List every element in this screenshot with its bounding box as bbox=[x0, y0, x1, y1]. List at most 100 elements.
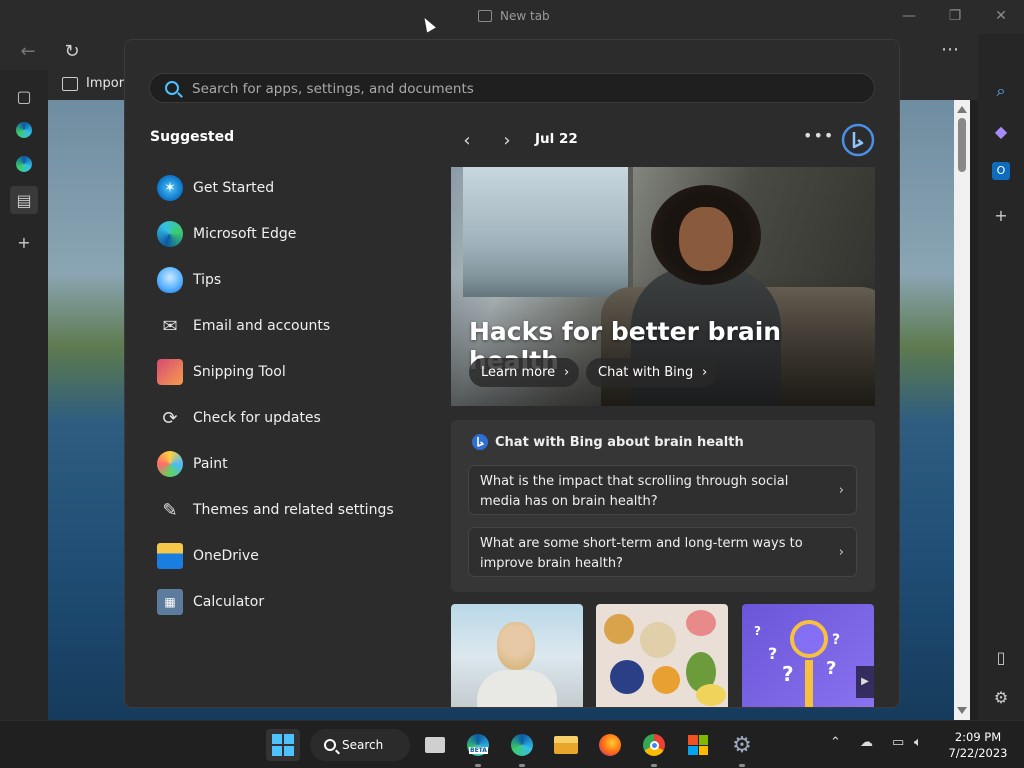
tips-icon bbox=[157, 267, 183, 293]
chrome-taskbar[interactable] bbox=[637, 729, 671, 761]
chat-card-heading: Chat with Bing about brain health bbox=[471, 433, 744, 451]
thumbnails-next-icon[interactable]: ▶ bbox=[856, 666, 874, 698]
suggested-microsoft-edge[interactable]: Microsoft Edge bbox=[157, 211, 437, 257]
browser-tab[interactable]: New tab bbox=[478, 9, 550, 23]
restore-button[interactable]: ❐ bbox=[940, 6, 970, 26]
browser-titlebar: New tab — ❐ ✕ bbox=[0, 0, 1024, 34]
sidebar-settings-icon[interactable]: ⚙ bbox=[986, 682, 1016, 712]
previous-day-button[interactable]: ‹ bbox=[455, 126, 479, 154]
store-icon bbox=[688, 735, 708, 755]
chat-with-bing-button[interactable]: Chat with Bing › bbox=[586, 358, 718, 387]
start-search-input[interactable] bbox=[192, 79, 852, 99]
suggested-onedrive[interactable]: OneDrive bbox=[157, 533, 437, 579]
running-indicator bbox=[739, 764, 745, 767]
hero-card[interactable]: Hacks for better brain health Learn more… bbox=[451, 167, 875, 406]
paint-icon bbox=[157, 451, 183, 477]
start-search-box[interactable] bbox=[149, 73, 875, 103]
taskbar-search-button[interactable]: Search bbox=[310, 729, 410, 761]
start-menu: Suggested ✶Get Started Microsoft Edge Ti… bbox=[124, 39, 900, 708]
search-icon bbox=[324, 739, 336, 751]
settings-gear-icon: ⚙ bbox=[732, 732, 752, 758]
volume-icon[interactable]: 🔈︎ bbox=[914, 735, 922, 750]
more-options-button[interactable]: ⋯ bbox=[936, 36, 964, 64]
feed-nav: ‹ › Jul 22 ••• bbox=[455, 123, 875, 157]
feed-date: Jul 22 bbox=[535, 131, 578, 147]
suggested-email-accounts[interactable]: ✉ Email and accounts bbox=[157, 303, 437, 349]
refresh-button[interactable]: ↻ bbox=[58, 38, 86, 66]
minimize-button[interactable]: — bbox=[894, 6, 924, 26]
suggested-themes[interactable]: ✎ Themes and related settings bbox=[157, 487, 437, 533]
suggested-list: ✶ Get Started Microsoft Edge Tips ✉ Email … bbox=[157, 165, 437, 625]
import-favorites-button[interactable]: Import bbox=[62, 76, 129, 91]
onedrive-icon bbox=[157, 543, 183, 569]
store-taskbar[interactable] bbox=[681, 729, 715, 761]
task-view-button[interactable] bbox=[418, 729, 452, 761]
add-sidebar-app-icon[interactable]: + bbox=[986, 200, 1016, 230]
scroll-down-icon[interactable] bbox=[957, 707, 967, 714]
outlook-sidebar-icon[interactable]: O bbox=[986, 156, 1016, 186]
chevron-right-icon: › bbox=[702, 365, 708, 380]
tab-actions-icon[interactable]: ▢ bbox=[10, 82, 38, 110]
start-button[interactable] bbox=[266, 729, 300, 761]
active-tab-icon[interactable]: ▤ bbox=[10, 186, 38, 214]
firefox-icon bbox=[599, 734, 621, 756]
firefox-taskbar[interactable] bbox=[593, 729, 627, 761]
edge-tab-icon-2[interactable] bbox=[10, 150, 38, 178]
feed-thumbnails: ? ? ? ? ? ▶ bbox=[451, 604, 875, 707]
settings-taskbar[interactable]: ⚙ bbox=[725, 729, 759, 761]
brush-icon: ✎ bbox=[162, 499, 178, 521]
onedrive-tray-icon[interactable]: ☁ bbox=[860, 735, 873, 750]
chrome-icon bbox=[643, 734, 665, 756]
edge-beta-icon: BETA bbox=[467, 734, 489, 756]
bing-icon bbox=[841, 123, 875, 157]
clock-time: 2:09 PM bbox=[954, 730, 1002, 744]
next-day-button[interactable]: › bbox=[495, 126, 519, 154]
suggested-snipping-tool[interactable]: Snipping Tool bbox=[157, 349, 437, 395]
edge-taskbar[interactable] bbox=[505, 729, 539, 761]
sidebar-toggle-icon[interactable]: ▯ bbox=[986, 642, 1016, 672]
folder-icon bbox=[554, 736, 578, 754]
search-sidebar-icon[interactable]: ⌕ bbox=[986, 76, 1016, 106]
chat-question-1[interactable]: What is the impact that scrolling throug… bbox=[468, 465, 857, 515]
bing-chat-icon bbox=[472, 434, 488, 450]
clock-date: 7/22/2023 bbox=[948, 746, 1008, 760]
suggested-get-started[interactable]: ✶ Get Started bbox=[157, 165, 437, 211]
suggested-check-updates[interactable]: ⟳ Check for updates bbox=[157, 395, 437, 441]
import-label: Import bbox=[86, 76, 130, 91]
close-window-button[interactable]: ✕ bbox=[986, 6, 1016, 26]
taskbar-clock[interactable]: 2:09 PM 7/22/2023 bbox=[946, 729, 1010, 761]
file-explorer-taskbar[interactable] bbox=[549, 729, 583, 761]
bing-chat-card: Chat with Bing about brain health What i… bbox=[451, 420, 875, 592]
thumbnail-healthy-food[interactable] bbox=[596, 604, 728, 707]
thumbnail-headache[interactable] bbox=[451, 604, 583, 707]
page-scrollbar[interactable] bbox=[954, 100, 970, 720]
suggested-calculator[interactable]: ▦ Calculator bbox=[157, 579, 437, 625]
learn-more-button[interactable]: Learn more › bbox=[469, 358, 580, 387]
chevron-right-icon: › bbox=[838, 483, 844, 498]
snipping-tool-icon bbox=[157, 359, 183, 385]
calculator-icon: ▦ bbox=[157, 589, 183, 615]
chat-question-2[interactable]: What are some short-term and long-term w… bbox=[468, 527, 857, 577]
edge-icon bbox=[157, 221, 183, 247]
show-hidden-icons-button[interactable]: ⌃ bbox=[830, 735, 841, 750]
new-tab-icon bbox=[478, 10, 492, 22]
running-indicator bbox=[475, 764, 481, 767]
windows-logo-icon bbox=[272, 734, 294, 756]
suggested-tips[interactable]: Tips bbox=[157, 257, 437, 303]
thumbnail-question-marks[interactable]: ? ? ? ? ? ▶ bbox=[742, 604, 874, 707]
back-button[interactable]: ← bbox=[14, 38, 42, 66]
import-icon bbox=[62, 76, 78, 91]
edge-tab-icon[interactable] bbox=[10, 116, 38, 144]
bing-feed-button[interactable] bbox=[841, 123, 875, 157]
edge-beta-taskbar[interactable]: BETA bbox=[461, 729, 495, 761]
feed-more-button[interactable]: ••• bbox=[803, 126, 833, 154]
mail-icon: ✉ bbox=[162, 315, 178, 337]
edge-icon bbox=[511, 734, 533, 756]
network-icon[interactable]: ▭ bbox=[892, 735, 904, 750]
suggested-paint[interactable]: Paint bbox=[157, 441, 437, 487]
new-tab-plus-icon[interactable]: + bbox=[10, 228, 38, 256]
scroll-up-icon[interactable] bbox=[957, 106, 967, 113]
scrollbar-thumb[interactable] bbox=[958, 118, 966, 172]
copilot-sidebar-icon[interactable]: ◆ bbox=[986, 116, 1016, 146]
running-indicator bbox=[519, 764, 525, 767]
